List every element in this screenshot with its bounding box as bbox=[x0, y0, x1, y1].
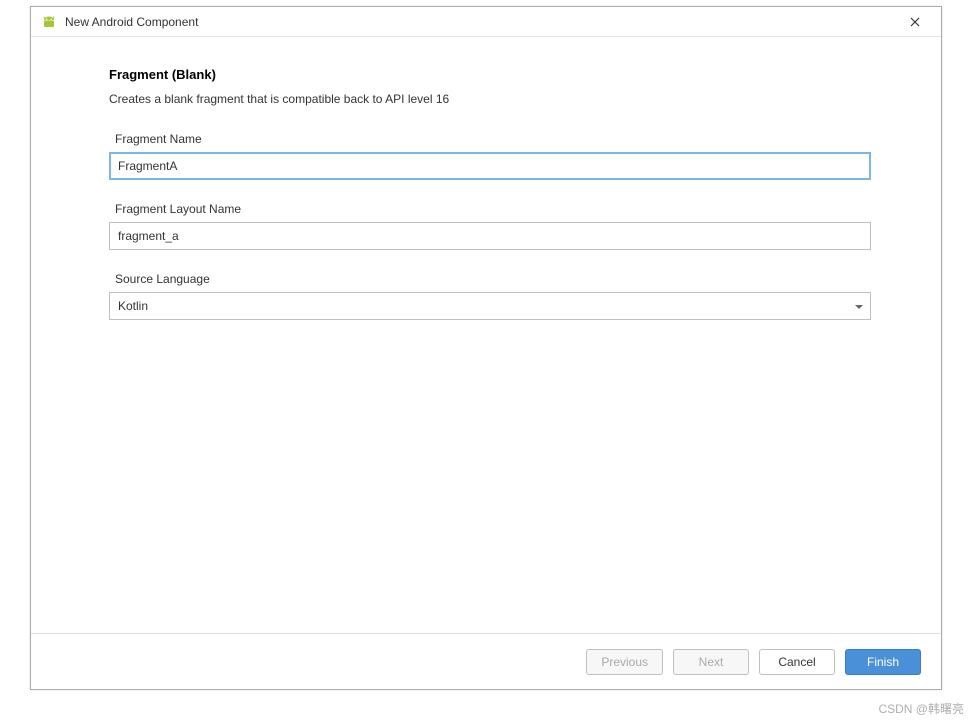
cancel-button[interactable]: Cancel bbox=[759, 649, 835, 675]
source-language-label: Source Language bbox=[115, 272, 871, 286]
dialog-footer: Previous Next Cancel Finish bbox=[31, 633, 941, 689]
layout-name-input[interactable] bbox=[109, 222, 871, 250]
next-button[interactable]: Next bbox=[673, 649, 749, 675]
android-icon bbox=[41, 14, 57, 30]
dialog-window: New Android Component Fragment (Blank) C… bbox=[30, 6, 942, 690]
layout-name-label: Fragment Layout Name bbox=[115, 202, 871, 216]
fragment-name-input[interactable] bbox=[109, 152, 871, 180]
window-title: New Android Component bbox=[65, 15, 899, 29]
previous-button[interactable]: Previous bbox=[586, 649, 663, 675]
source-language-group: Source Language Kotlin bbox=[109, 272, 871, 320]
titlebar: New Android Component bbox=[31, 7, 941, 37]
page-heading: Fragment (Blank) bbox=[109, 67, 871, 82]
layout-name-group: Fragment Layout Name bbox=[109, 202, 871, 250]
content-area: Fragment (Blank) Creates a blank fragmen… bbox=[31, 37, 941, 633]
finish-button[interactable]: Finish bbox=[845, 649, 921, 675]
source-language-value: Kotlin bbox=[118, 299, 148, 313]
close-button[interactable] bbox=[899, 8, 931, 36]
watermark-text: CSDN @韩曙亮 bbox=[878, 700, 964, 717]
source-language-select[interactable]: Kotlin bbox=[109, 292, 871, 320]
fragment-name-label: Fragment Name bbox=[115, 132, 871, 146]
fragment-name-group: Fragment Name bbox=[109, 132, 871, 180]
page-description: Creates a blank fragment that is compati… bbox=[109, 92, 871, 106]
